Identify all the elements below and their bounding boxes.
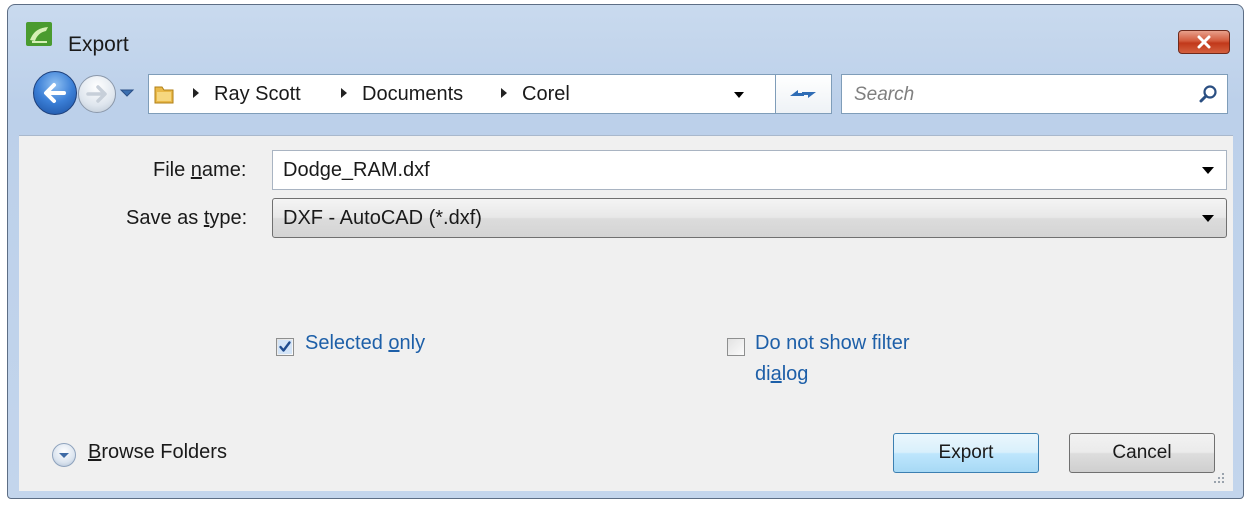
forward-arrow-icon xyxy=(86,85,107,103)
folder-icon xyxy=(154,86,174,104)
browse-folders-toggle[interactable] xyxy=(52,443,76,467)
do-not-show-filter-checkbox[interactable] xyxy=(727,338,745,356)
refresh-icon xyxy=(790,90,816,98)
selected-only-checkbox[interactable] xyxy=(276,338,294,356)
breadcrumb-arrow-icon xyxy=(341,88,347,98)
export-button[interactable]: Export xyxy=(893,433,1039,473)
do-not-show-filter-label[interactable]: Do not show filter dialog xyxy=(755,328,910,390)
filter-label-line-2: dialog xyxy=(755,363,809,385)
file-name-value: Dodge_RAM.dxf xyxy=(283,159,430,181)
expand-icon xyxy=(59,453,69,458)
save-as-type-value: DXF - AutoCAD (*.dxf) xyxy=(283,207,482,229)
file-name-field[interactable]: Dodge_RAM.dxf xyxy=(272,150,1227,190)
search-icon[interactable] xyxy=(1199,84,1219,104)
chevron-down-icon[interactable] xyxy=(118,84,136,102)
navigation-bar: Ray Scott Documents Corel Search xyxy=(8,67,1243,121)
search-placeholder: Search xyxy=(854,84,915,105)
save-as-type-select[interactable]: DXF - AutoCAD (*.dxf) xyxy=(272,198,1227,238)
title-bar[interactable]: Export xyxy=(8,5,1243,56)
cancel-button[interactable]: Cancel xyxy=(1069,433,1215,473)
breadcrumb-arrow-icon xyxy=(193,88,199,98)
back-arrow-icon xyxy=(44,83,66,103)
forward-button[interactable] xyxy=(78,75,116,113)
close-icon xyxy=(1197,35,1211,49)
breadcrumb-item-ray-scott[interactable]: Ray Scott xyxy=(214,83,301,106)
checkmark-icon xyxy=(278,340,292,354)
resize-grip-icon[interactable] xyxy=(1213,472,1225,484)
address-bar[interactable]: Ray Scott Documents Corel xyxy=(148,74,829,114)
back-button[interactable] xyxy=(33,71,77,115)
file-name-label: File name: xyxy=(153,159,247,181)
search-input[interactable]: Search xyxy=(841,74,1228,114)
breadcrumb-arrow-icon xyxy=(501,88,507,98)
window-title: Export xyxy=(68,33,129,56)
refresh-button[interactable] xyxy=(775,74,832,114)
selected-only-label[interactable]: Selected only xyxy=(305,328,425,359)
breadcrumb-item-documents[interactable]: Documents xyxy=(362,83,463,106)
close-button[interactable] xyxy=(1178,30,1230,54)
chevron-down-icon[interactable] xyxy=(1202,167,1214,174)
corel-app-icon xyxy=(26,22,52,46)
filter-label-line-1: Do not show filter xyxy=(755,332,910,354)
export-dialog: Export Ray Scott Documents Corel Search … xyxy=(7,4,1244,499)
address-dropdown-icon[interactable] xyxy=(733,90,745,100)
save-as-type-label: Save as type: xyxy=(126,207,248,229)
chevron-down-icon[interactable] xyxy=(1202,215,1214,222)
breadcrumb-item-corel[interactable]: Corel xyxy=(522,83,570,106)
browse-folders-label[interactable]: Browse Folders xyxy=(88,441,227,464)
